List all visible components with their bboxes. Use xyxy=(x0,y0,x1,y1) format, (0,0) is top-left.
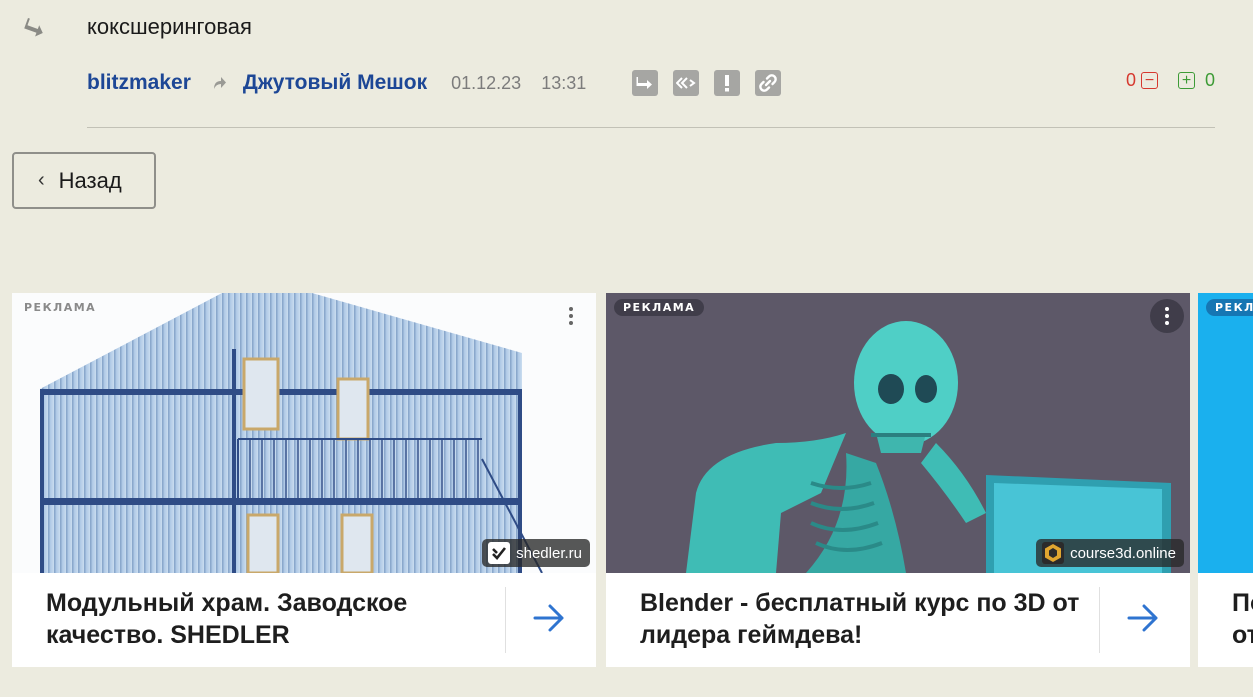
link-icon xyxy=(759,74,778,92)
ad-label: РЕКЛАМА xyxy=(24,301,97,314)
reply-to-arrow-icon xyxy=(213,77,226,89)
ad-separator xyxy=(1099,587,1100,653)
author-link[interactable]: blitzmaker xyxy=(87,71,191,95)
ad-source-link[interactable]: course3d.online xyxy=(1036,539,1184,567)
ad-label: РЕКЛ xyxy=(1206,299,1253,316)
ad-image[interactable]: РЕКЛАМА shedler.ru xyxy=(12,293,596,573)
downvote-count: 0 xyxy=(1125,70,1136,90)
menu-dot-icon xyxy=(1165,314,1169,318)
ad-footer[interactable]: По от xyxy=(1198,573,1253,667)
modular-building-image xyxy=(40,293,543,573)
reply-indicator-icon xyxy=(24,18,43,37)
ad-source-link[interactable]: shedler.ru xyxy=(482,539,590,567)
ad-label: РЕКЛАМА xyxy=(614,299,705,316)
comment-time: 13:31 xyxy=(541,72,587,93)
reply-icon xyxy=(636,77,653,89)
ad-title[interactable]: Модульный храм. Заводское качество. SHED… xyxy=(46,587,486,651)
ad-source-domain: course3d.online xyxy=(1070,544,1176,562)
ad-source-domain: shedler.ru xyxy=(516,544,582,562)
comment-text: коксшеринговая xyxy=(87,14,252,39)
vote-controls: 0 − + 0 xyxy=(1126,70,1215,91)
menu-dot-icon xyxy=(569,307,573,311)
menu-dot-icon xyxy=(1165,307,1169,311)
quote-icon xyxy=(676,77,696,89)
ad-card[interactable]: РЕКЛ По от xyxy=(1198,293,1253,667)
ad-separator xyxy=(505,587,506,653)
report-icon xyxy=(725,75,730,92)
ad-card[interactable]: РЕКЛАМА course3d.online Blender - беспла… xyxy=(606,293,1190,667)
link-button[interactable] xyxy=(755,70,782,96)
back-button[interactable]: ‹ Назад xyxy=(12,152,156,209)
ad-card[interactable]: РЕКЛАМА shedler.ru Модульный храм. Завод… xyxy=(12,293,596,667)
back-chevron-icon: ‹ xyxy=(38,169,45,191)
parent-author-link[interactable]: Джутовый Мешок xyxy=(243,71,427,95)
reply-button[interactable] xyxy=(632,70,659,96)
comment-date: 01.12.23 xyxy=(451,72,522,93)
comment-meta: blitzmaker Джутовый Мешок 01.12.23 13:31 xyxy=(87,68,782,98)
quote-button[interactable] xyxy=(673,70,700,96)
menu-dot-icon xyxy=(569,314,573,318)
ad-title[interactable]: Blender - бесплатный курс по 3D от лидер… xyxy=(640,587,1080,651)
menu-dot-icon xyxy=(569,321,573,325)
ad-menu-button[interactable] xyxy=(1150,299,1184,333)
comment-divider xyxy=(87,127,1215,128)
upvote-count: 0 xyxy=(1204,70,1215,90)
ad-footer[interactable]: Blender - бесплатный курс по 3D от лидер… xyxy=(606,573,1190,667)
menu-dot-icon xyxy=(1165,321,1169,325)
shedler-logo-icon xyxy=(488,542,511,564)
ad-title[interactable]: По от xyxy=(1232,587,1253,651)
arrow-right-icon[interactable] xyxy=(532,601,566,635)
comment-actions xyxy=(632,70,782,96)
back-button-label: Назад xyxy=(58,167,122,193)
ad-footer[interactable]: Модульный храм. Заводское качество. SHED… xyxy=(12,573,596,667)
course3d-logo-icon xyxy=(1042,542,1065,564)
ad-menu-button[interactable] xyxy=(558,303,584,329)
ad-image[interactable]: РЕКЛ xyxy=(1198,293,1253,573)
arrow-right-icon[interactable] xyxy=(1126,601,1160,635)
downvote-button[interactable]: − xyxy=(1140,72,1158,89)
skeleton-at-computer-image xyxy=(606,293,1190,573)
report-button[interactable] xyxy=(714,70,741,96)
upvote-button[interactable]: + xyxy=(1177,72,1195,89)
ad-image[interactable]: РЕКЛАМА course3d.online xyxy=(606,293,1190,573)
